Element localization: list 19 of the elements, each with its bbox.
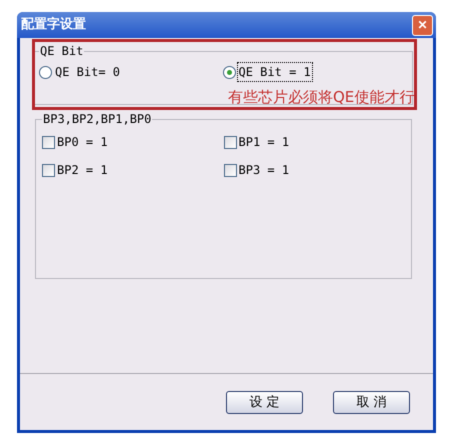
checkbox[interactable]	[42, 136, 55, 148]
checkbox-label: BP0 = 1	[57, 134, 108, 151]
radio-label: QE Bit= 0	[54, 64, 122, 81]
annotation-text: 有些芯片必须将QE使能才行	[228, 90, 414, 105]
dialog-button[interactable]: 设 定	[226, 391, 303, 414]
checkbox-label: BP3 = 1	[238, 162, 290, 179]
radio-button[interactable]	[222, 66, 236, 78]
dialog-button[interactable]: 取 消	[333, 391, 410, 414]
close-button[interactable]: ✕	[412, 14, 433, 36]
group-title: QE Bit	[39, 45, 84, 57]
group-title: BP3,BP2,BP1,BP0	[42, 113, 152, 125]
checkbox-label: BP2 = 1	[57, 162, 108, 179]
window-title: 配置字设置	[20, 16, 86, 34]
checkbox[interactable]	[42, 164, 55, 176]
radio-button[interactable]	[39, 66, 52, 78]
checkbox[interactable]	[224, 164, 236, 176]
checkbox[interactable]	[224, 136, 236, 148]
radio-label: QE Bit = 1	[238, 63, 312, 81]
checkbox-label: BP1 = 1	[238, 134, 290, 151]
